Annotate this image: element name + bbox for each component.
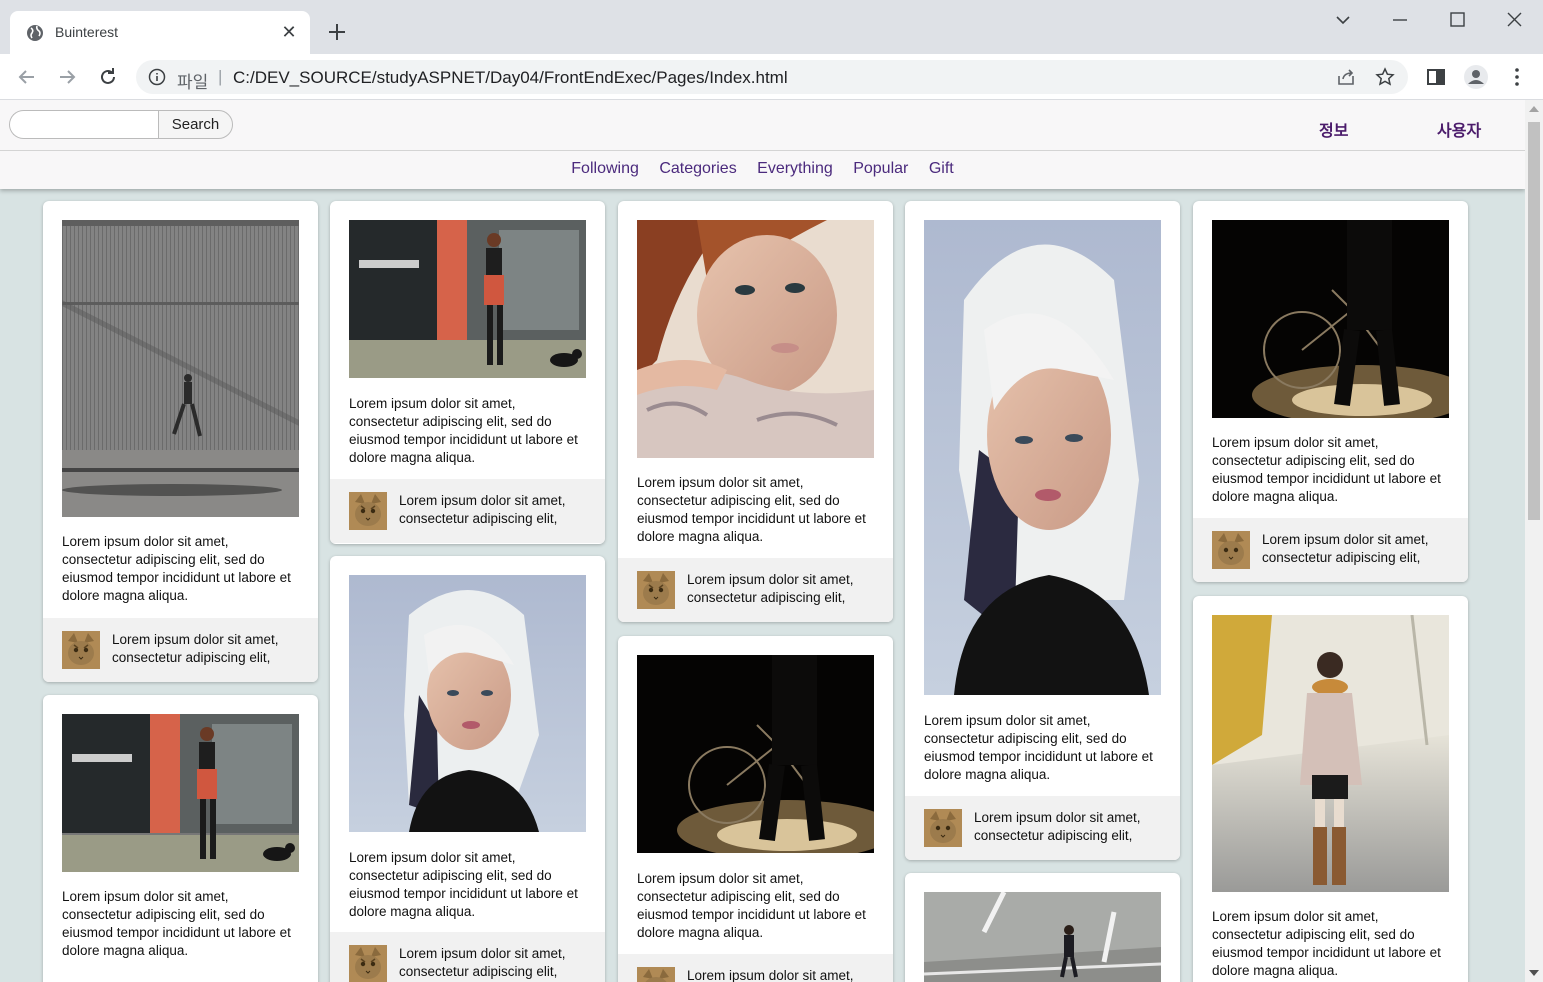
pin-footer: Lorem ipsum dolor sit amet, consectetur …: [618, 558, 893, 622]
pin-card[interactable]: [905, 873, 1180, 982]
pin-card[interactable]: Lorem ipsum dolor sit amet, consectetur …: [618, 636, 893, 982]
cat-avatar-icon: [1212, 531, 1250, 569]
pin-card[interactable]: Lorem ipsum dolor sit amet, consectetur …: [1193, 201, 1468, 582]
tab-search-icon[interactable]: [1329, 8, 1357, 32]
pin-footer: Lorem ipsum dolor sit amet, consectetur …: [43, 618, 318, 682]
search-button[interactable]: Search: [158, 110, 233, 139]
info-icon[interactable]: [148, 68, 166, 86]
user-link[interactable]: 사용자: [1437, 117, 1481, 141]
scroll-down-arrow-icon[interactable]: [1529, 970, 1539, 976]
pin-image[interactable]: [62, 220, 299, 517]
category-nav: Following Categories Everything Popular …: [0, 160, 1525, 178]
page-scrollbar[interactable]: [1525, 100, 1543, 982]
pin-footer-text: Lorem ipsum dolor sit amet, consectetur …: [399, 946, 566, 979]
pin-footer: Lorem ipsum dolor sit amet, consectetur …: [330, 479, 605, 543]
pin-description: Lorem ipsum dolor sit amet, consectetur …: [349, 396, 578, 465]
pin-footer: Lorem ipsum dolor sit amet, consectetur …: [618, 954, 893, 982]
pin-footer-text: Lorem ipsum dolor sit amet, consectetur …: [974, 810, 1141, 843]
pin-card[interactable]: Lorem ipsum dolor sit amet, consectetur …: [330, 556, 605, 982]
pin-description: Lorem ipsum dolor sit amet, consectetur …: [637, 871, 866, 940]
scroll-up-arrow-icon[interactable]: [1529, 106, 1539, 112]
pin-image[interactable]: [924, 220, 1161, 695]
pin-description: Lorem ipsum dolor sit amet, consectetur …: [924, 713, 1153, 782]
browser-tabstrip: Buinterest ✕: [0, 0, 1543, 54]
maximize-icon[interactable]: [1443, 8, 1471, 32]
pin-card[interactable]: Lorem ipsum dolor sit amet, consectetur …: [905, 201, 1180, 860]
back-icon[interactable]: [15, 65, 39, 89]
browser-toolbar: 파일 | C:/DEV_SOURCE/studyASPNET/Day04/Fro…: [0, 54, 1543, 100]
pin-description: Lorem ipsum dolor sit amet, consectetur …: [1212, 435, 1441, 504]
pin-footer-text: Lorem ipsum dolor sit amet, consectetur …: [687, 968, 854, 982]
pin-description: Lorem ipsum dolor sit amet, consectetur …: [349, 850, 578, 919]
page-viewport: Search 정보 사용자 Following Categories Every…: [0, 100, 1525, 982]
pin-footer-text: Lorem ipsum dolor sit amet, consectetur …: [112, 632, 279, 665]
cat-avatar-icon: [924, 809, 962, 847]
pin-card[interactable]: Lorem ipsum dolor sit amet, consectetur …: [330, 201, 605, 544]
cat-avatar-icon: [637, 967, 675, 982]
pin-card[interactable]: Lorem ipsum dolor sit amet, consectetur …: [1193, 596, 1468, 982]
pin-image[interactable]: [349, 220, 586, 378]
forward-icon[interactable]: [55, 65, 79, 89]
reload-icon[interactable]: [96, 65, 120, 89]
pin-image[interactable]: [62, 714, 299, 872]
cat-avatar-icon: [349, 492, 387, 530]
pin-image[interactable]: [924, 892, 1161, 982]
cat-avatar-icon: [62, 631, 100, 669]
pin-footer-text: Lorem ipsum dolor sit amet, consectetur …: [687, 572, 854, 605]
site-header: Search 정보 사용자 Following Categories Every…: [0, 100, 1525, 189]
url-scheme-label: 파일: [177, 73, 209, 92]
pin-description: Lorem ipsum dolor sit amet, consectetur …: [637, 475, 866, 544]
header-divider: [0, 150, 1525, 151]
search-input[interactable]: [9, 110, 159, 139]
scrollbar-thumb[interactable]: [1528, 122, 1540, 520]
nav-everything[interactable]: Everything: [757, 160, 833, 177]
side-panel-icon[interactable]: [1424, 65, 1448, 89]
globe-icon: [26, 24, 44, 42]
minimize-icon[interactable]: [1386, 8, 1414, 32]
pin-description: Lorem ipsum dolor sit amet, consectetur …: [62, 889, 291, 958]
pin-footer: Lorem ipsum dolor sit amet, consectetur …: [330, 932, 605, 982]
more-menu-icon[interactable]: [1505, 65, 1529, 89]
pin-card[interactable]: Lorem ipsum dolor sit amet, consectetur …: [43, 201, 318, 682]
nav-gift[interactable]: Gift: [929, 160, 954, 177]
nav-popular[interactable]: Popular: [853, 160, 908, 177]
url-divider: |: [218, 67, 223, 86]
pin-image[interactable]: [637, 655, 874, 853]
pin-footer-text: Lorem ipsum dolor sit amet, consectetur …: [399, 493, 566, 526]
new-tab-icon[interactable]: [325, 20, 349, 44]
close-window-icon[interactable]: [1500, 8, 1528, 32]
cat-avatar-icon: [637, 571, 675, 609]
pin-image[interactable]: [349, 575, 586, 832]
profile-avatar-icon[interactable]: [1464, 65, 1488, 89]
tab-title: Buinterest: [55, 24, 119, 40]
pin-footer: Lorem ipsum dolor sit amet, consectetur …: [1193, 518, 1468, 582]
pin-description: Lorem ipsum dolor sit amet, consectetur …: [62, 534, 291, 603]
bookmark-star-icon[interactable]: [1375, 67, 1395, 87]
pin-image[interactable]: [1212, 615, 1449, 892]
address-bar[interactable]: 파일 | C:/DEV_SOURCE/studyASPNET/Day04/Fro…: [136, 60, 1408, 94]
pin-image[interactable]: [637, 220, 874, 458]
browser-tab[interactable]: Buinterest ✕: [10, 11, 310, 54]
share-icon[interactable]: [1336, 67, 1356, 87]
url-text[interactable]: C:/DEV_SOURCE/studyASPNET/Day04/FrontEnd…: [233, 68, 788, 88]
info-link[interactable]: 정보: [1319, 117, 1348, 141]
cat-avatar-icon: [349, 945, 387, 982]
nav-following[interactable]: Following: [571, 160, 639, 177]
pin-card[interactable]: Lorem ipsum dolor sit amet, consectetur …: [618, 201, 893, 622]
close-tab-icon[interactable]: ✕: [280, 23, 298, 41]
pin-footer-text: Lorem ipsum dolor sit amet, consectetur …: [1262, 532, 1429, 565]
nav-categories[interactable]: Categories: [659, 160, 736, 177]
pin-card[interactable]: Lorem ipsum dolor sit amet, consectetur …: [43, 695, 318, 982]
pin-footer: Lorem ipsum dolor sit amet, consectetur …: [905, 796, 1180, 860]
pin-image[interactable]: [1212, 220, 1449, 418]
pin-description: Lorem ipsum dolor sit amet, consectetur …: [1212, 909, 1441, 978]
